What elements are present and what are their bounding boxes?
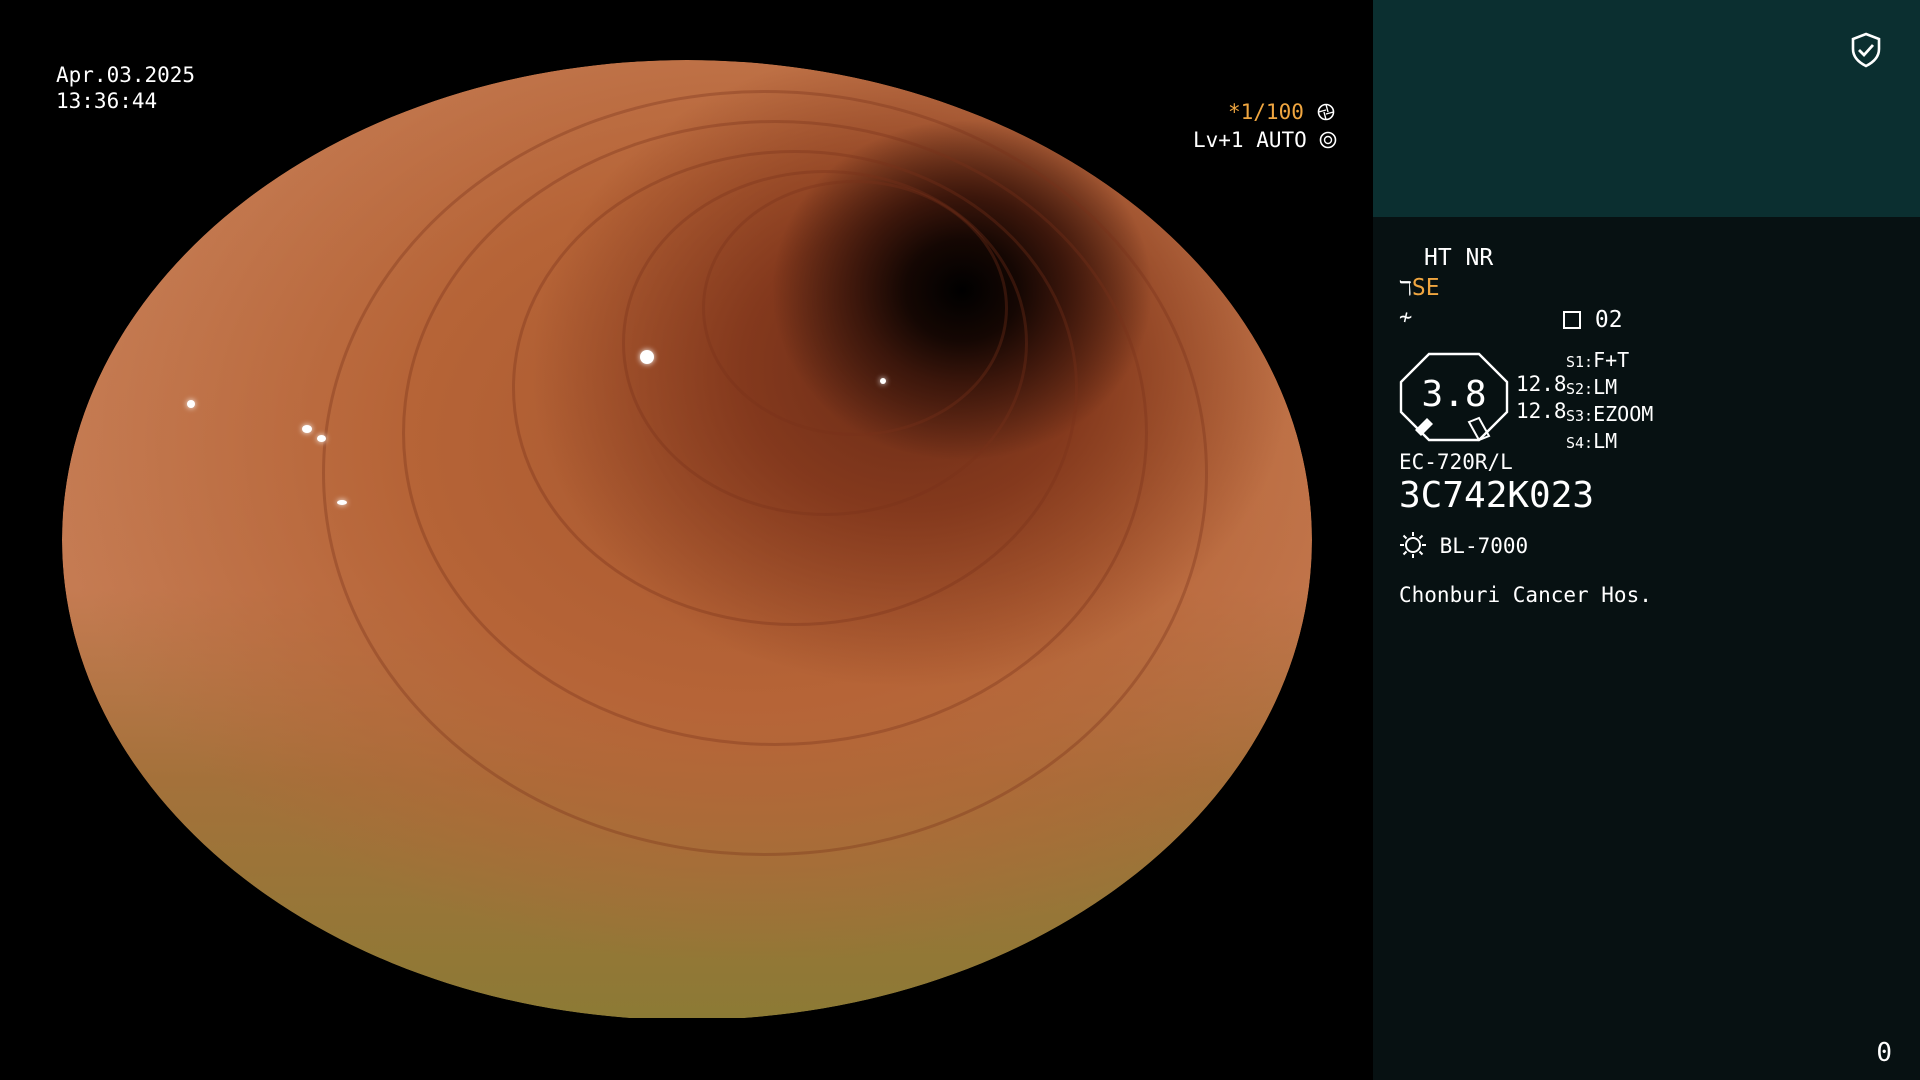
- document-icon: [1563, 311, 1581, 329]
- switch-value: LM: [1593, 375, 1618, 399]
- switch-item: S2:LM: [1566, 375, 1653, 402]
- aperture-icon: [1317, 103, 1334, 121]
- zoom-indicator: 3.8: [1399, 352, 1509, 442]
- hospital-name: Chonburi Cancer Hos.: [1399, 583, 1652, 607]
- frame-counter: 0: [1876, 1038, 1892, 1068]
- light-reflection: [302, 425, 312, 433]
- color-mode-icon: ≁: [1399, 305, 1413, 330]
- light-reflection: [317, 435, 326, 442]
- zoom-value: 3.8: [1421, 374, 1487, 415]
- light-reflection: [640, 350, 654, 364]
- scope-model: EC-720R/L: [1399, 450, 1513, 474]
- frame-mask-top: [0, 0, 1372, 60]
- switch-key: S1:: [1566, 353, 1594, 371]
- light-source: BL-7000: [1439, 534, 1529, 558]
- switch-key: S2:: [1566, 380, 1594, 398]
- light-source-row: BL-7000: [1399, 531, 1528, 560]
- switch-item: S3:EZOOM: [1566, 402, 1653, 429]
- structure-enhance-icon: ℸ: [1399, 276, 1412, 300]
- switch-value: LM: [1593, 429, 1618, 453]
- switch-item: S4:LM: [1566, 429, 1653, 456]
- light-bulb-icon: [1400, 532, 1426, 558]
- se-label: SE: [1411, 275, 1440, 301]
- ht-nr-label: HT NR: [1424, 245, 1494, 271]
- page-code: 02: [1594, 307, 1623, 333]
- exposure-readout: Lv+1 AUTO: [1193, 126, 1337, 154]
- mode-text: AUTO: [1256, 128, 1307, 152]
- switch-list: S1:F+T S2:LM S3:EZOOM S4:LM: [1566, 348, 1653, 456]
- switch-item: S1:F+T: [1566, 348, 1653, 375]
- se-row: ℸSE: [1399, 274, 1440, 302]
- endoscope-view: Apr.03.2025 13:36:44 *1/100 Lv+1 AUTO: [0, 0, 1372, 1080]
- iris-icon: [1320, 131, 1337, 149]
- switch-key: S4:: [1566, 434, 1594, 452]
- date-text: Apr.03.2025: [56, 63, 196, 87]
- endoscopic-image: [62, 60, 1312, 1020]
- time-text: 13:36:44: [56, 89, 158, 113]
- info-panel: HT NR ℸSE ≁ 02 3.8 12.8 12.8 S1:F+T S2:L…: [1373, 0, 1920, 1080]
- mucosal-fold: [702, 180, 1008, 436]
- level-text: Lv+1: [1193, 128, 1244, 152]
- datetime-overlay: Apr.03.2025 13:36:44: [56, 62, 195, 114]
- switch-key: S3:: [1566, 407, 1594, 425]
- switch-value: EZOOM: [1593, 402, 1654, 426]
- magnification-bottom: 12.8: [1516, 399, 1567, 423]
- frame-mask-bottom: [0, 1018, 1372, 1080]
- magnification-top: 12.8: [1516, 372, 1567, 396]
- light-reflection: [187, 400, 195, 408]
- switch-value: F+T: [1593, 348, 1630, 372]
- shutter-text: *1/100: [1228, 100, 1304, 124]
- shutter-readout: *1/100: [1228, 98, 1335, 126]
- shield-check-icon: [1851, 32, 1881, 68]
- light-reflection: [880, 378, 886, 384]
- light-reflection: [337, 500, 347, 505]
- scope-serial: 3C742K023: [1399, 475, 1595, 516]
- page-code-row: 02: [1563, 306, 1623, 334]
- panel-header: [1373, 0, 1920, 217]
